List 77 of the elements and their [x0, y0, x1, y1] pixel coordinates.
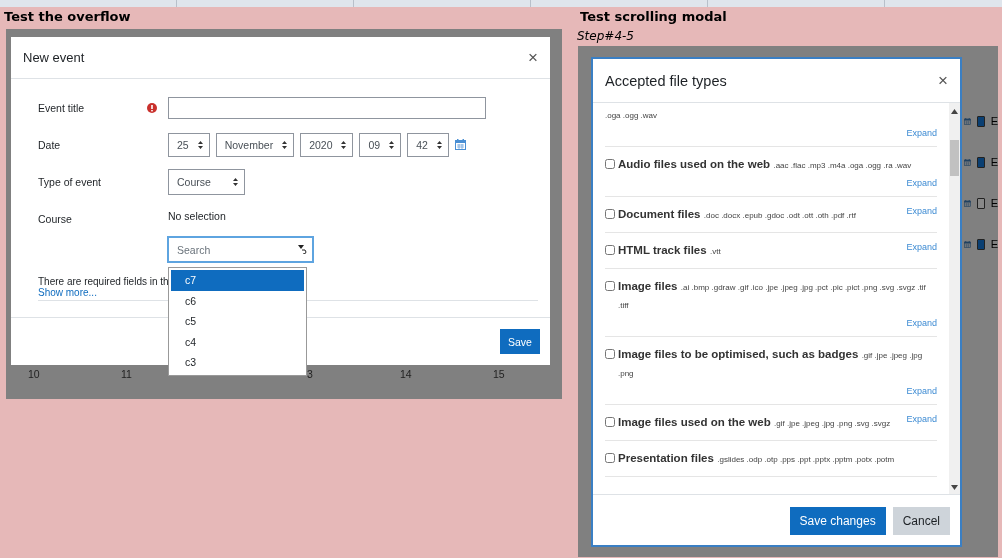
required-fields-note: There are required fields in th [38, 276, 169, 287]
course-option[interactable]: c5 [169, 311, 306, 332]
course-option[interactable]: c3 [169, 352, 306, 373]
checkbox[interactable] [605, 417, 615, 427]
checkbox[interactable] [605, 349, 615, 359]
date-select[interactable]: 09 [359, 132, 402, 157]
scrollbar-thumb[interactable] [950, 140, 959, 176]
event-title-field[interactable] [168, 96, 486, 119]
checkbox[interactable] [605, 159, 615, 169]
search-field[interactable]: Search [167, 236, 314, 263]
expand-link[interactable]: Expand [906, 178, 937, 188]
dropdown-caret-icon [298, 245, 307, 254]
course-option[interactable]: c6 [169, 290, 306, 311]
section-heading: Test scrolling modal [580, 9, 728, 26]
event-type-select[interactable]: Course [168, 168, 245, 195]
checkbox-label: E [990, 238, 998, 250]
close-button[interactable]: × [528, 47, 538, 68]
checkbox-label: E [990, 197, 998, 209]
calendar-icon[interactable] [964, 238, 971, 250]
checkbox[interactable] [605, 281, 615, 291]
modal-title: Accepted file types [605, 72, 727, 89]
field-label: Course [38, 212, 73, 225]
expand-link[interactable]: Expand [906, 318, 937, 328]
field-label: Type of event [38, 175, 103, 188]
course-option[interactable]: c7 [171, 270, 304, 291]
close-button[interactable]: × [938, 70, 948, 91]
calendar-day: 14 [400, 368, 412, 380]
calendar-day: 3 [307, 368, 313, 380]
calendar-day: 15 [493, 368, 505, 380]
section-heading: Test the overflow [4, 9, 132, 26]
expand-link[interactable]: Expand [906, 414, 937, 424]
calendar-icon[interactable] [964, 197, 971, 209]
date-select[interactable]: 42 [407, 132, 449, 157]
expand-link[interactable]: Expand [906, 128, 937, 138]
file-type-label: Presentation files .gslides .odp .otp .pps .ppt .pptx .pptm .potx .potm [618, 451, 895, 466]
calendar-icon[interactable] [964, 115, 971, 127]
select-arrows-icon [282, 140, 288, 149]
file-type-label: Document files .doc .docx .epub .gdoc .odt .ott .oth .pdf .rtf [618, 207, 856, 222]
course-option[interactable]: c4 [169, 331, 306, 352]
scrollbar[interactable] [949, 103, 960, 494]
save-changes-button[interactable]: Save changes [789, 507, 886, 535]
date-select[interactable]: November [215, 132, 295, 157]
select-arrows-icon [232, 177, 238, 186]
checkbox[interactable] [605, 453, 615, 463]
expand-link[interactable]: Expand [906, 242, 937, 252]
calendar-day: 10 [28, 368, 40, 380]
checkbox-label: E [990, 115, 998, 127]
course-value: No selection [168, 209, 226, 222]
file-type-label: Audio files used on the web .aac .flac .mp3 .m4a .oga .ogg .ra .wav [618, 157, 912, 172]
file-type-label: HTML track files .vtt [618, 243, 721, 258]
select-arrows-icon [197, 140, 203, 149]
file-type-label: Image files used on the web .gif .jpe .jpeg .jpg .png .svg .svgz [618, 415, 891, 430]
date-select[interactable]: 2020 [300, 132, 354, 157]
modal-title: New event [23, 50, 85, 65]
scroll-up-icon[interactable] [951, 109, 958, 114]
checkbox[interactable] [605, 209, 615, 219]
step-label: Step#4-5 [577, 29, 635, 45]
calendar-icon[interactable] [964, 156, 971, 168]
select-arrows-icon [436, 140, 442, 149]
checkbox[interactable] [605, 245, 615, 255]
checkbox-label: E [990, 156, 998, 168]
expand-link[interactable]: Expand [906, 386, 937, 396]
date-select[interactable]: 25 [168, 132, 210, 157]
calendar-icon[interactable] [454, 139, 466, 150]
file-type-label: .oga .ogg .wav [605, 110, 659, 122]
select-arrows-icon [341, 140, 347, 149]
select-arrows-icon [389, 140, 395, 149]
expand-link[interactable]: Expand [906, 206, 937, 216]
show-more-link[interactable]: Show more... [38, 287, 97, 298]
calendar-day: 11 [121, 368, 132, 380]
save-button[interactable]: Save [500, 329, 540, 354]
field-label: Date [38, 138, 62, 151]
field-label: Event title [38, 101, 86, 114]
cancel-button[interactable]: Cancel [892, 507, 950, 535]
file-type-label: Image files .ai .bmp .gdraw .gif .ico .jpe .jpeg .jpg .pct .pic .pict .png .svg .svgz .tif .tiff [618, 279, 927, 312]
scroll-down-icon[interactable] [951, 485, 958, 490]
file-type-label: Image files to be optimised, such as badges .gif .jpe .jpeg .jpg .png [618, 347, 924, 380]
